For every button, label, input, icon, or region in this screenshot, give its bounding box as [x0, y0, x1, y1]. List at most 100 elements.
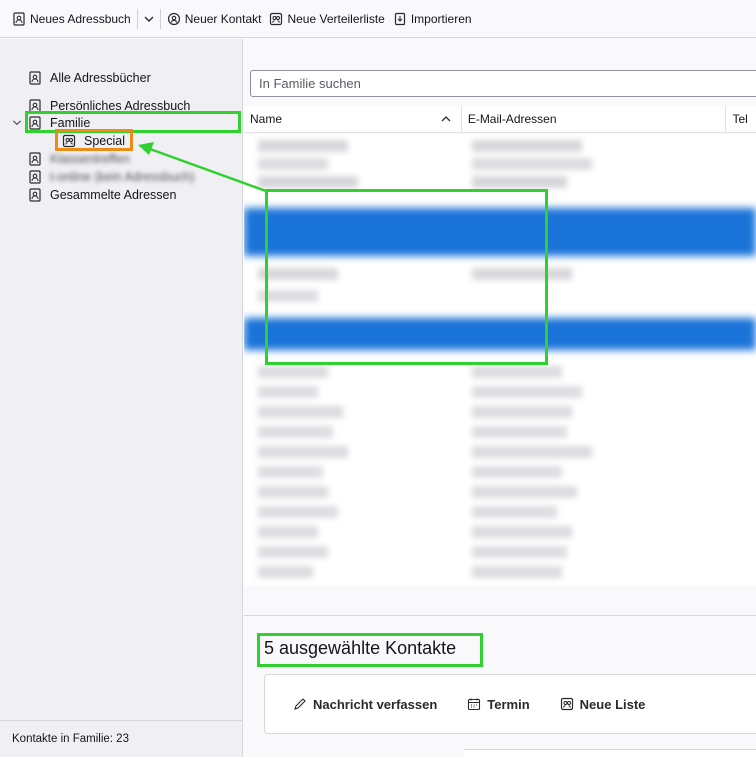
sort-ascending-icon	[439, 112, 453, 126]
addressbook-sidebar: Alle Adressbücher Persönliches Adressbuc…	[0, 39, 243, 757]
event-label: Termin	[487, 696, 530, 712]
new-list-icon	[560, 697, 574, 711]
column-header-label: Name	[250, 112, 283, 126]
addressbook-icon	[28, 99, 42, 113]
new-addressbook-label: Neues Adressbuch	[30, 11, 131, 26]
selection-actions: Nachricht verfassen Termin Neue Liste	[264, 674, 756, 734]
addressbook-icon	[28, 188, 42, 202]
column-header-phone[interactable]: Tel	[726, 106, 756, 132]
column-header-label: E-Mail-Adressen	[467, 112, 557, 126]
sidebar-item-t-online[interactable]: t-online (kein Adressbuch)	[28, 168, 195, 186]
list-item[interactable]	[258, 446, 348, 458]
new-addressbook-button[interactable]: Neues Adressbuch	[8, 7, 135, 31]
calendar-icon	[467, 697, 481, 711]
new-list-label: Neue Verteilerliste	[287, 11, 385, 26]
sidebar-item-label: Gesammelte Adressen	[50, 188, 177, 202]
sidebar-item-all-addressbooks[interactable]: Alle Adressbücher	[28, 69, 151, 87]
import-label: Importieren	[410, 11, 472, 26]
sidebar-item-label: Special	[84, 134, 125, 148]
chevron-down-icon	[142, 12, 156, 26]
selected-contacts-band[interactable]	[244, 318, 756, 350]
toolbar: Neues Adressbuch Neuer Kontakt Neue Vert…	[0, 0, 756, 38]
sidebar-item-special[interactable]: Special	[62, 132, 125, 150]
list-item[interactable]	[258, 268, 338, 280]
toolbar-separator	[136, 8, 138, 29]
new-list-icon	[269, 12, 283, 26]
addressbook-icon	[12, 11, 26, 26]
import-icon	[393, 12, 407, 26]
addressbook-icon	[28, 71, 42, 85]
list-item[interactable]	[472, 486, 577, 498]
new-contact-button[interactable]: Neuer Kontakt	[163, 7, 266, 31]
list-item[interactable]	[258, 506, 338, 518]
contact-count-text: Kontakte in Familie: 23	[12, 733, 129, 745]
new-list-action-button[interactable]: Neue Liste	[560, 696, 646, 712]
addressbook-icon	[28, 152, 42, 166]
sidebar-item-label: t-online (kein Adressbuch)	[50, 170, 195, 184]
status-bar: Kontakte in Familie: 23	[0, 720, 243, 757]
contacts-pane: In Familie suchen Name E-Mail-Adressen T…	[244, 39, 756, 757]
contact-detail-pane: 5 ausgewählte Kontakte Nachricht verfass…	[244, 615, 756, 757]
new-contact-icon	[167, 12, 181, 26]
list-item[interactable]	[258, 406, 343, 418]
new-list-button[interactable]: Neue Verteilerliste	[265, 7, 388, 31]
addressbook-icon	[28, 116, 42, 130]
new-list-action-label: Neue Liste	[579, 696, 646, 712]
pencil-icon	[293, 697, 307, 711]
addressbook-icon	[28, 170, 42, 184]
list-item[interactable]	[258, 526, 318, 538]
list-item[interactable]	[472, 158, 592, 170]
write-message-button[interactable]: Nachricht verfassen	[293, 697, 437, 712]
list-item[interactable]	[472, 566, 562, 578]
list-item[interactable]	[258, 546, 328, 558]
import-button[interactable]: Importieren	[389, 7, 476, 31]
list-item[interactable]	[258, 426, 333, 438]
sidebar-item-label: Persönliches Adressbuch	[50, 99, 191, 113]
event-button[interactable]: Termin	[467, 696, 530, 712]
detail-footer	[464, 749, 756, 757]
sidebar-item-klassentreffen[interactable]: Klassentreffen	[28, 150, 130, 168]
contacts-list[interactable]	[244, 134, 756, 586]
sidebar-item-label: Klassentreffen	[50, 152, 130, 166]
list-item[interactable]	[258, 386, 318, 398]
search-input[interactable]: In Familie suchen	[250, 70, 756, 97]
column-header-label: Tel	[732, 112, 748, 126]
list-item[interactable]	[258, 140, 348, 152]
list-item[interactable]	[472, 386, 582, 398]
write-message-label: Nachricht verfassen	[313, 696, 438, 712]
list-item[interactable]	[472, 140, 582, 152]
list-item[interactable]	[472, 268, 572, 280]
search-placeholder: In Familie suchen	[259, 76, 361, 91]
chevron-down-icon[interactable]	[12, 116, 22, 130]
list-item[interactable]	[472, 366, 562, 378]
mailing-list-icon	[62, 134, 76, 148]
addressbook-menu-dropdown[interactable]	[140, 7, 158, 31]
list-item[interactable]	[472, 466, 562, 478]
list-item[interactable]	[258, 158, 328, 170]
list-item[interactable]	[472, 426, 567, 438]
list-item[interactable]	[258, 290, 318, 302]
list-item[interactable]	[258, 366, 328, 378]
list-item[interactable]	[472, 176, 567, 188]
new-contact-label: Neuer Kontakt	[184, 11, 262, 26]
sidebar-item-label: Alle Adressbücher	[50, 71, 151, 85]
sidebar-item-label: Familie	[50, 116, 91, 130]
list-item[interactable]	[258, 566, 313, 578]
column-header-name[interactable]: Name	[244, 106, 462, 132]
column-header: Name E-Mail-Adressen Tel	[244, 106, 756, 133]
list-item[interactable]	[258, 486, 328, 498]
list-item[interactable]	[472, 406, 572, 418]
list-item[interactable]	[472, 446, 592, 458]
list-item[interactable]	[472, 526, 572, 538]
sidebar-item-collected[interactable]: Gesammelte Adressen	[28, 186, 176, 204]
sidebar-item-familie[interactable]: Familie	[12, 114, 90, 132]
selection-title: 5 ausgewählte Kontakte	[264, 638, 457, 658]
list-item[interactable]	[472, 546, 567, 558]
list-item[interactable]	[472, 506, 557, 518]
sidebar-item-personal[interactable]: Persönliches Adressbuch	[28, 97, 190, 115]
column-header-email[interactable]: E-Mail-Adressen	[462, 106, 727, 132]
list-item[interactable]	[258, 466, 323, 478]
toolbar-separator	[159, 8, 161, 29]
list-item[interactable]	[258, 176, 358, 188]
selected-contacts-band[interactable]	[244, 208, 756, 256]
